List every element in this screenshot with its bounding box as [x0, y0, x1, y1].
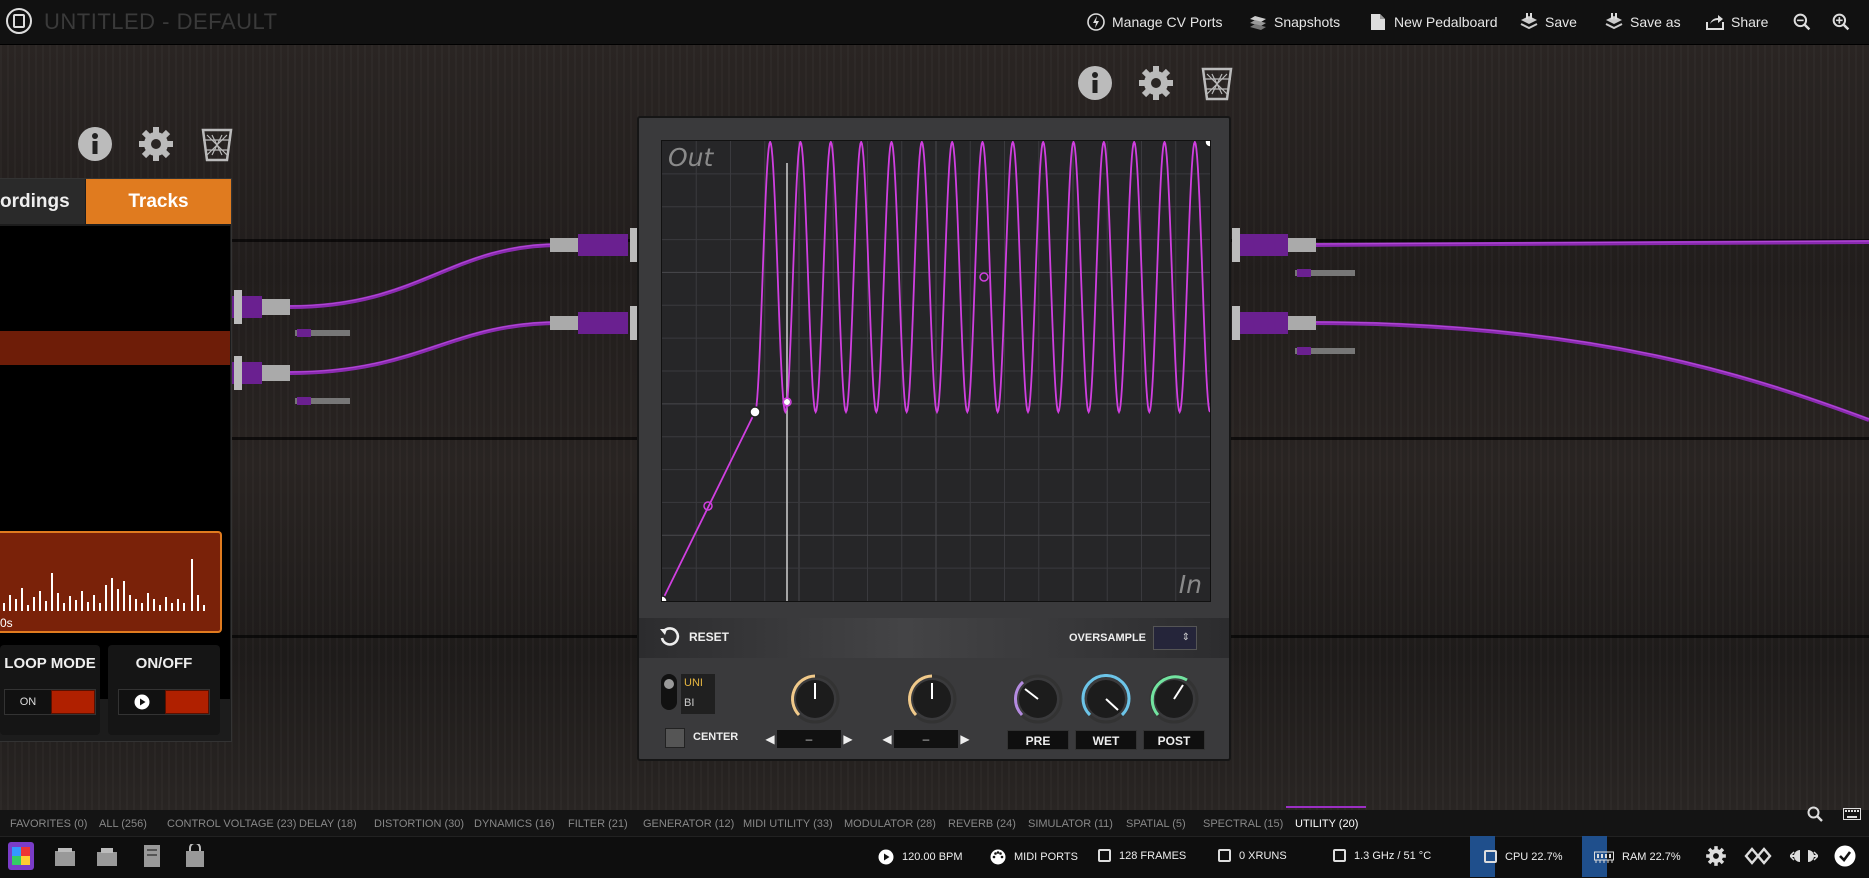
- keyboard-icon[interactable]: [1843, 808, 1861, 820]
- oversample-label: OVERSAMPLE: [1069, 632, 1147, 644]
- cpu-clock-display: 1.3 GHz / 51 °C: [1333, 849, 1431, 862]
- shaper-control-bar: RESET OVERSAMPLE ⇕: [639, 618, 1229, 658]
- axis-in-label: In: [1178, 570, 1202, 599]
- curve-node-handle[interactable]: [749, 406, 761, 418]
- stepper-2-right-arrow-icon[interactable]: ▶: [958, 732, 972, 746]
- knob-wet[interactable]: [1081, 674, 1131, 724]
- clock-chip-icon: [1333, 849, 1346, 862]
- curve-node-handle[interactable]: [1204, 141, 1210, 148]
- center-checkbox[interactable]: [665, 728, 685, 748]
- stepper-1-right-arrow-icon[interactable]: ▶: [841, 732, 855, 746]
- category-reverb[interactable]: REVERB (24): [948, 818, 1016, 830]
- transfer-curve-graph[interactable]: Out In: [661, 140, 1211, 602]
- knob-post[interactable]: [1149, 674, 1199, 724]
- bpm-display[interactable]: 120.00 BPM: [878, 849, 963, 865]
- buffer-size-value: 128 FRAMES: [1119, 849, 1187, 862]
- category-favorites[interactable]: FAVORITES (0): [10, 818, 87, 830]
- wet-button[interactable]: WET: [1075, 730, 1137, 750]
- category-midi-utility[interactable]: MIDI UTILITY (33): [743, 818, 833, 830]
- pedals-icon[interactable]: [8, 842, 34, 870]
- uni-bi-switch-track: [661, 674, 677, 710]
- shaper-output-jacks[interactable]: [1232, 228, 1355, 355]
- stepper-2: ◀ – ▶: [880, 730, 972, 748]
- knob-output-gain[interactable]: [907, 674, 957, 724]
- bi-label: BI: [684, 697, 695, 709]
- midi-icon: [990, 849, 1006, 865]
- up-down-arrows-icon: ⇕: [1181, 632, 1190, 643]
- knob-input-gain[interactable]: [790, 674, 840, 724]
- category-generator[interactable]: GENERATOR (12): [643, 818, 734, 830]
- connection-icon[interactable]: [1790, 847, 1818, 865]
- reset-button[interactable]: RESET: [659, 626, 729, 648]
- category-control-voltage[interactable]: CONTROL VOLTAGE (23): [167, 818, 296, 830]
- stepper-1-value[interactable]: –: [777, 730, 841, 748]
- category-modulator[interactable]: MODULATOR (28): [844, 818, 936, 830]
- category-distortion[interactable]: DISTORTION (30): [374, 818, 464, 830]
- input-level-marker: [784, 399, 790, 405]
- update-check-icon[interactable]: [1834, 845, 1856, 867]
- bpm-value: 120.00 BPM: [902, 851, 963, 863]
- stepper-2-left-arrow-icon[interactable]: ◀: [880, 732, 894, 746]
- category-filter[interactable]: FILTER (21): [568, 818, 628, 830]
- category-utility[interactable]: UTILITY (20): [1295, 818, 1358, 830]
- category-simulator[interactable]: SIMULATOR (11): [1028, 818, 1113, 830]
- category-all[interactable]: ALL (256): [99, 818, 147, 830]
- stepper-1-left-arrow-icon[interactable]: ◀: [763, 732, 777, 746]
- cpu-value: CPU 22.7%: [1505, 850, 1563, 863]
- stepper-1: ◀ – ▶: [763, 730, 855, 748]
- cpu-meter: CPU 22.7%: [1470, 836, 1578, 877]
- plugin-search-icon[interactable]: [1807, 806, 1823, 822]
- pedalboards-icon[interactable]: [96, 846, 118, 868]
- ram-icon: [1594, 851, 1614, 863]
- file-manager-icon[interactable]: [143, 844, 161, 868]
- cpu-clock-value: 1.3 GHz / 51 °C: [1354, 849, 1432, 862]
- curve-node-handle[interactable]: [662, 595, 668, 601]
- category-delay[interactable]: DELAY (18): [299, 818, 357, 830]
- center-label: CENTER: [693, 731, 739, 743]
- category-dynamics[interactable]: DYNAMICS (16): [474, 818, 555, 830]
- buffer-chip-icon: [1098, 849, 1111, 862]
- reset-icon: [660, 627, 680, 646]
- xruns-value: 0 XRUNS: [1239, 849, 1287, 862]
- midi-ports-label: MIDI PORTS: [1014, 851, 1078, 863]
- knob-pre[interactable]: [1013, 674, 1063, 724]
- settings-gear-icon[interactable]: [1705, 845, 1727, 867]
- cpu-chip-icon: [1484, 850, 1497, 863]
- xruns-display[interactable]: 0 XRUNS: [1218, 849, 1287, 862]
- midi-ports-display[interactable]: MIDI PORTS: [990, 849, 1078, 865]
- active-category-underline: [1286, 806, 1366, 808]
- stepper-2-value[interactable]: –: [894, 730, 958, 748]
- buffer-size-display[interactable]: 128 FRAMES: [1098, 849, 1186, 862]
- uni-bi-labels: UNI BI: [681, 674, 715, 714]
- uni-label: UNI: [684, 677, 703, 689]
- play-circle-icon: [878, 849, 894, 865]
- reset-label: RESET: [689, 630, 730, 644]
- xruns-chip-icon: [1218, 849, 1231, 862]
- post-button[interactable]: POST: [1143, 730, 1205, 750]
- category-spectral[interactable]: SPECTRAL (15): [1203, 818, 1283, 830]
- ram-value: RAM 22.7%: [1622, 850, 1681, 863]
- transfer-curve-svg: [662, 141, 1210, 601]
- ram-meter: RAM 22.7%: [1582, 836, 1690, 877]
- pre-button[interactable]: PRE: [1007, 730, 1069, 750]
- waveshaper-plugin: Out In RESET OVERSAMPLE ⇕ UNI BI CENTER …: [637, 116, 1231, 761]
- oversample-select[interactable]: ⇕: [1153, 626, 1197, 650]
- cloud-sync-icon[interactable]: [1744, 845, 1772, 867]
- plugin-store-icon[interactable]: [184, 844, 206, 868]
- axis-out-label: Out: [668, 143, 714, 172]
- curve-tension-handle[interactable]: [979, 272, 989, 282]
- shaper-input-jacks[interactable]: [550, 228, 638, 340]
- cable-4[interactable]: [1309, 321, 1869, 422]
- category-spatial[interactable]: SPATIAL (5): [1126, 818, 1186, 830]
- cable-1[interactable]: [289, 243, 561, 309]
- banks-icon[interactable]: [54, 846, 76, 868]
